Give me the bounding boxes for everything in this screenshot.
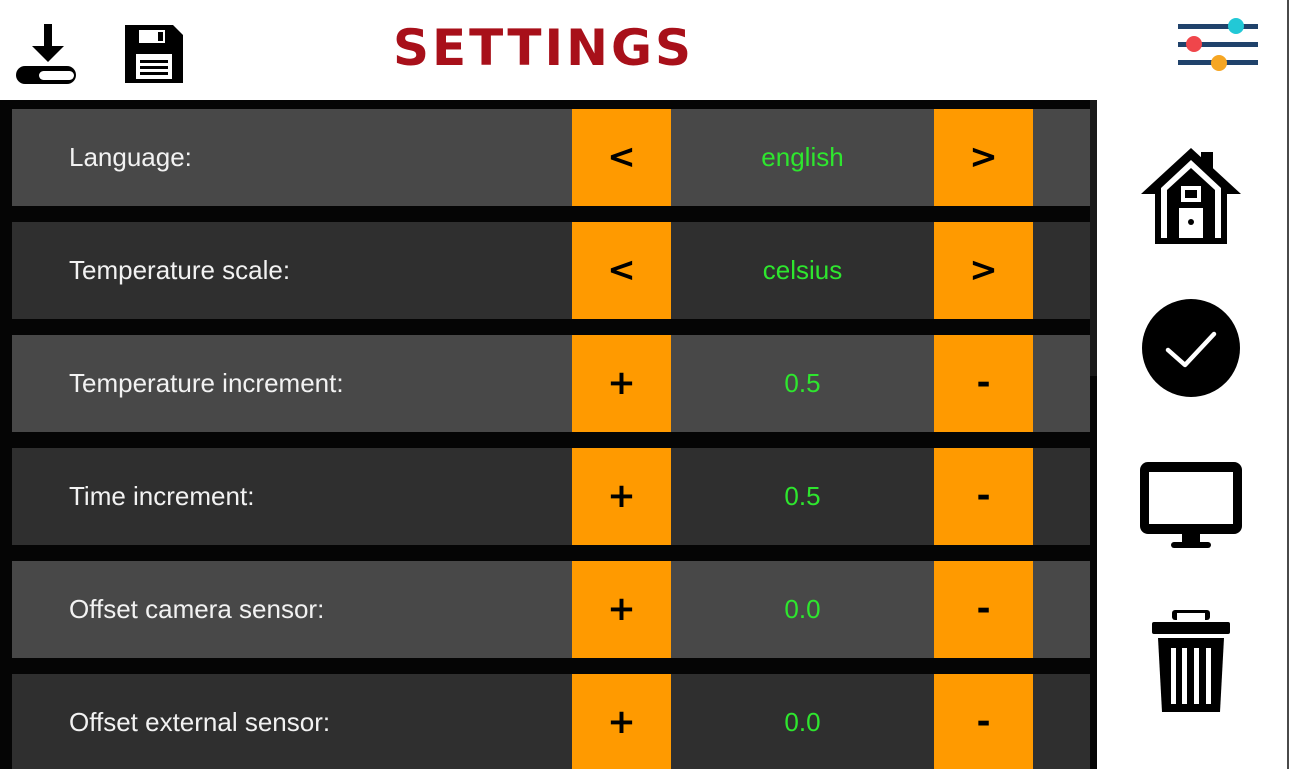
scrollbar[interactable] [1090,100,1097,376]
top-bar: SETTINGS [0,0,1293,100]
window-edge [1287,0,1289,769]
setting-label: Temperature scale: [69,255,291,285]
setting-label: Language: [69,142,192,172]
setting-row: Offset camera sensor: +0.0 - [12,561,1090,658]
increase-button[interactable]: + [572,448,671,545]
download-icon[interactable] [14,22,80,88]
setting-row: Time increment: +0.5 - [12,448,1090,545]
next-option-button[interactable]: > [934,109,1033,206]
setting-row: Language: < english > [12,109,1090,206]
increase-button[interactable]: + [572,674,671,769]
setting-row: Temperature increment: +0.5 - [12,335,1090,432]
previous-option-button[interactable]: < [572,222,671,319]
setting-row: Temperature scale: < celsius > [12,222,1090,319]
increase-button[interactable]: + [572,561,671,658]
trash-icon[interactable] [1150,608,1232,714]
sliders-icon[interactable] [1176,16,1260,76]
setting-label: Offset camera sensor: [69,594,325,624]
monitor-icon[interactable] [1138,460,1244,550]
home-icon[interactable] [1139,146,1243,246]
decrease-button[interactable]: - [934,561,1033,658]
setting-value: 0.5 [784,368,821,398]
setting-value: 0.0 [784,707,821,737]
setting-value: 0.5 [784,481,821,511]
increase-button[interactable]: + [572,335,671,432]
setting-row: Offset external sensor: +0.0 - [12,674,1090,769]
decrease-button[interactable]: - [934,335,1033,432]
decrease-button[interactable]: - [934,448,1033,545]
setting-label: Offset external sensor: [69,707,331,737]
setting-label: Temperature increment: [69,368,344,398]
decrease-button[interactable]: - [934,674,1033,769]
settings-list[interactable]: Language: < english > Temperature scale: < cel… [0,100,1097,769]
setting-value: 0.0 [784,594,821,624]
setting-value: english [761,142,844,172]
setting-label: Time increment: [69,481,255,511]
page-title: SETTINGS [393,19,695,77]
previous-option-button[interactable]: < [572,109,671,206]
save-icon[interactable] [123,23,185,85]
next-option-button[interactable]: > [934,222,1033,319]
setting-value: celsius [762,255,843,285]
confirm-check-icon[interactable] [1141,298,1241,398]
